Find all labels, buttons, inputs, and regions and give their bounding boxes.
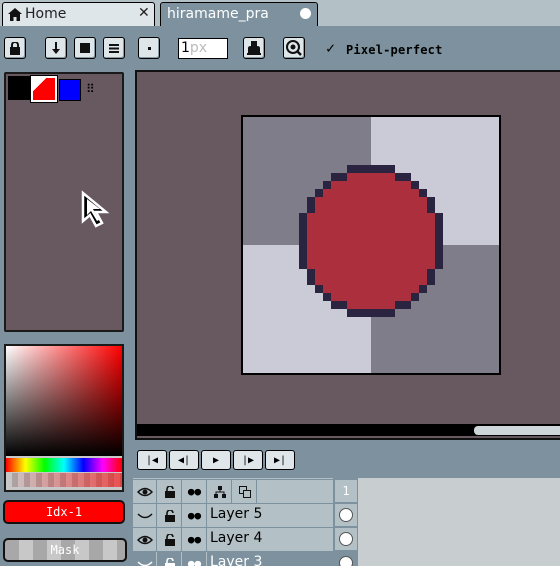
square-icon — [80, 43, 90, 53]
layer-name[interactable]: Layer 4 — [210, 530, 262, 546]
saturation-value-field[interactable] — [6, 346, 122, 456]
tab-document-label: hiramame_pra — [167, 6, 269, 22]
canvas-viewport[interactable] — [135, 70, 560, 440]
options-button[interactable] — [103, 37, 125, 59]
layer-visibility-toggle[interactable] — [133, 504, 157, 527]
color-index-button[interactable]: Idx-1 — [3, 500, 125, 524]
eye-icon — [136, 535, 153, 544]
layer-continuous-toggle[interactable]: ●● — [183, 504, 207, 527]
layer-name[interactable]: Layer 5 — [210, 506, 262, 522]
last-frame-button[interactable]: ▶| — [265, 450, 295, 470]
layer-row-5[interactable]: ●● Layer 5 — [133, 503, 333, 527]
home-icon — [8, 8, 22, 21]
snap-down-button[interactable] — [45, 37, 67, 59]
brush-type-button[interactable] — [138, 37, 160, 59]
layer-visibility-toggle[interactable] — [133, 552, 157, 566]
next-frame-button[interactable]: |▶ — [233, 450, 263, 470]
layer-name[interactable]: Layer 3 — [210, 554, 262, 566]
continuous-icon: ●● — [187, 557, 202, 566]
first-frame-button[interactable]: |◀ — [137, 450, 167, 470]
padlock-open-icon — [164, 533, 175, 546]
pixel-perfect-label[interactable]: Pixel-perfect — [346, 43, 443, 57]
last-frame-icon: ▶| — [273, 454, 287, 466]
modified-dot-icon — [300, 8, 311, 19]
overlap-squares-icon — [238, 485, 251, 498]
cel-dot-icon — [339, 508, 353, 522]
layer-row-3[interactable]: ●● Layer 3 — [133, 551, 333, 566]
square-brush-button[interactable] — [74, 37, 96, 59]
continuous-icon: ●● — [187, 533, 202, 546]
frames-area — [358, 478, 560, 566]
layer-continuous-toggle[interactable]: ●● — [183, 528, 207, 551]
padlock-open-icon — [164, 485, 175, 498]
cel-layer-3[interactable] — [335, 551, 357, 566]
lines-icon — [109, 43, 119, 53]
palette-panel: ⠿ — [4, 72, 124, 332]
hue-slider[interactable] — [6, 458, 122, 472]
toolbar: 1px ✓ Pixel-perfect — [0, 26, 560, 70]
magnifier-icon — [286, 40, 302, 56]
lock-button[interactable] — [4, 37, 26, 59]
eye-icon — [136, 487, 153, 496]
magnify-button[interactable] — [283, 37, 305, 59]
close-icon[interactable]: ✕ — [138, 5, 150, 21]
lock-header[interactable] — [158, 480, 182, 503]
visibility-header[interactable] — [133, 480, 157, 503]
frame-number: 1 — [342, 484, 350, 498]
play-icon: ▶ — [212, 454, 220, 466]
continuous-header[interactable]: ●● — [183, 480, 207, 503]
frame-header-1[interactable]: 1 — [335, 479, 357, 502]
layer-row-4[interactable]: ●● Layer 4 — [133, 527, 333, 551]
pixel-grid — [243, 117, 499, 373]
padlock-open-icon — [164, 557, 175, 566]
palette-resize-handle[interactable]: ⠿ — [86, 82, 95, 96]
eye-closed-icon — [136, 512, 153, 518]
alpha-slider-gradient — [6, 473, 122, 487]
next-frame-icon: |▶ — [241, 454, 255, 466]
arrow-down-icon — [52, 42, 60, 54]
tab-home-label: Home — [25, 6, 67, 22]
sprite-canvas[interactable] — [241, 115, 501, 375]
ink-bottle-icon — [247, 41, 261, 55]
layer-lock-toggle[interactable] — [158, 528, 182, 551]
cel-dot-icon — [339, 532, 353, 546]
lock-icon — [10, 41, 20, 55]
cel-layer-4[interactable] — [335, 527, 357, 550]
padlock-open-icon — [164, 509, 175, 522]
tab-document[interactable]: hiramame_pra — [160, 2, 318, 26]
swatch-blue[interactable] — [59, 79, 81, 101]
dot-icon — [147, 46, 151, 50]
layer-lock-toggle[interactable] — [158, 552, 182, 566]
first-frame-icon: |◀ — [145, 454, 159, 466]
check-icon[interactable]: ✓ — [326, 39, 335, 57]
swatch-black[interactable] — [8, 76, 30, 100]
cel-layer-5[interactable] — [335, 503, 357, 526]
continuous-icon: ●● — [187, 485, 202, 498]
ink-button[interactable] — [243, 37, 265, 59]
cel-dot-icon — [339, 556, 353, 566]
mask-color-button[interactable]: Mask — [3, 538, 127, 562]
scrollbar-thumb[interactable] — [474, 426, 560, 435]
layer-lock-toggle[interactable] — [158, 504, 182, 527]
prev-frame-button[interactable]: ◀| — [169, 450, 199, 470]
tab-bar: Home ✕ hiramame_pra — [0, 0, 560, 26]
color-picker[interactable] — [4, 344, 124, 492]
swatch-red-selected[interactable] — [30, 75, 58, 103]
tab-home[interactable]: Home ✕ — [2, 2, 155, 26]
play-button[interactable]: ▶ — [201, 450, 231, 470]
brush-size-value: 1 — [181, 40, 190, 56]
new-group-header[interactable] — [208, 480, 232, 503]
prev-frame-icon: ◀| — [177, 454, 191, 466]
brush-size-unit: px — [189, 40, 208, 56]
layers-header-row: ●● — [133, 479, 333, 503]
brush-size-input[interactable]: 1px — [178, 38, 228, 59]
mouse-cursor-icon — [81, 190, 110, 228]
reference-header[interactable] — [233, 480, 257, 503]
layer-continuous-toggle[interactable]: ●● — [183, 552, 207, 566]
layer-visibility-toggle[interactable] — [133, 528, 157, 551]
continuous-icon: ●● — [187, 509, 202, 522]
eye-closed-icon — [136, 560, 153, 566]
group-tree-icon — [213, 485, 226, 498]
